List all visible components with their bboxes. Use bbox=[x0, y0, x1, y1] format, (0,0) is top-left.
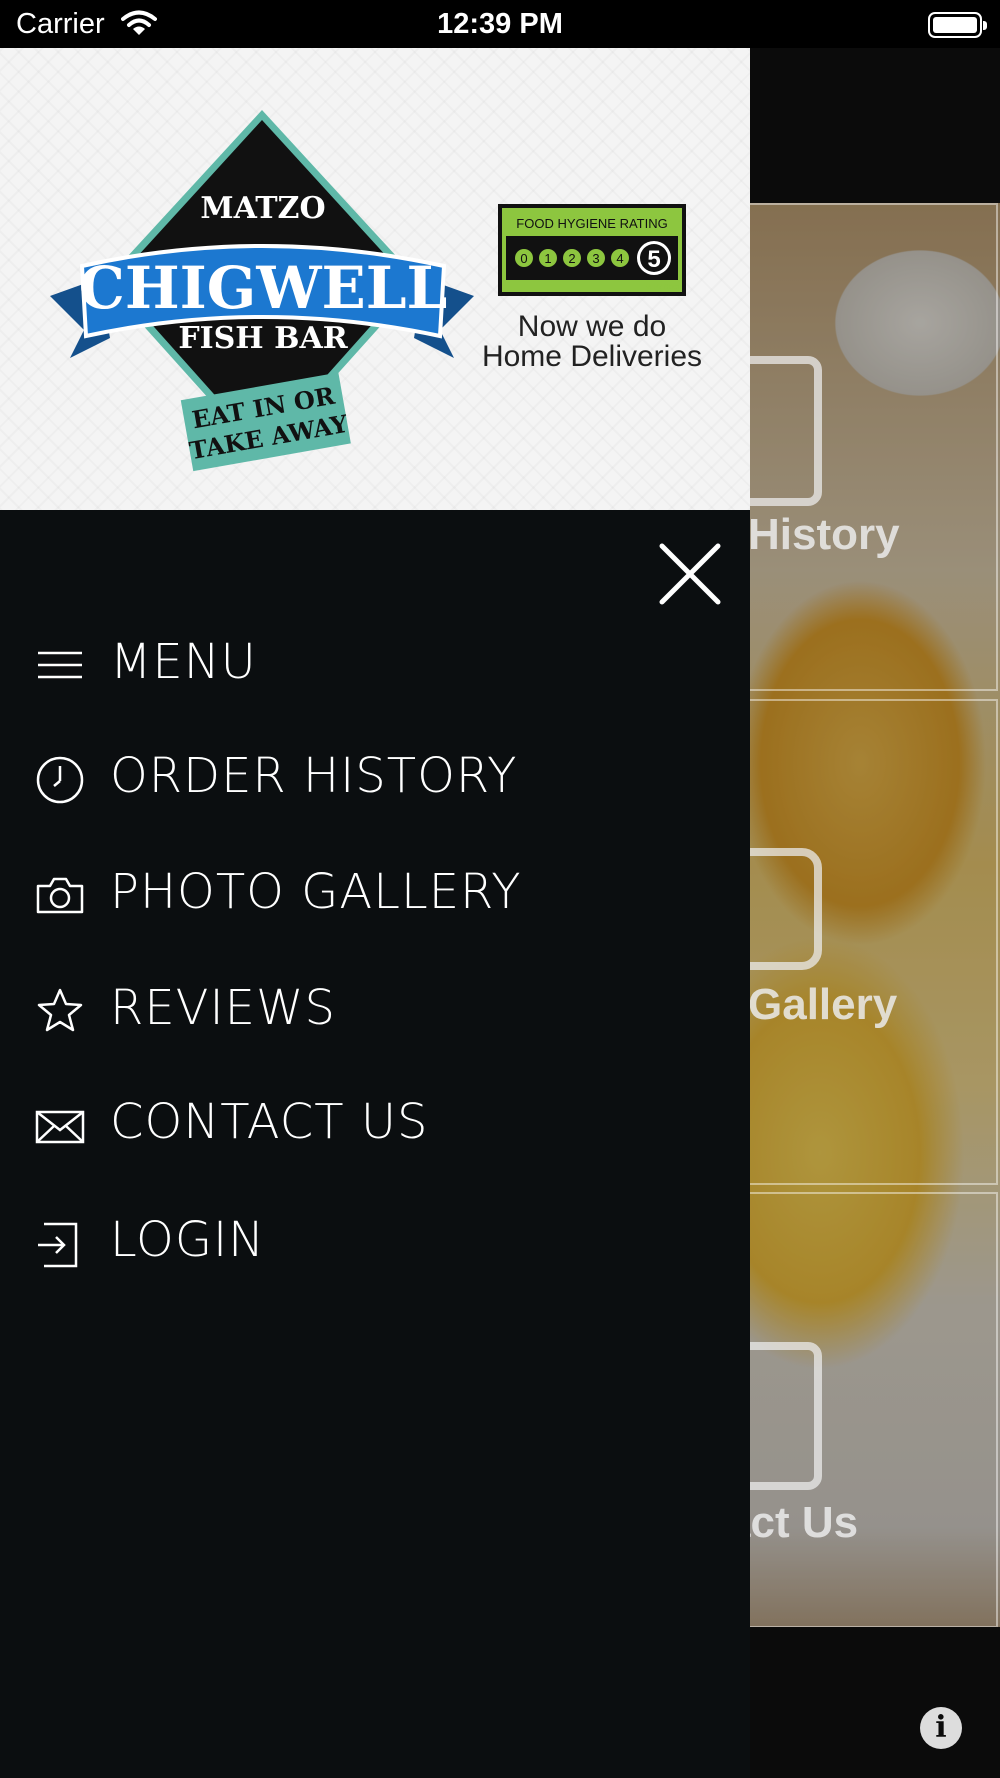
login-icon bbox=[38, 1222, 78, 1268]
side-drawer: MATZO CHIGWELL FISH BAR EAT IN OR TAKE A… bbox=[0, 48, 750, 1778]
drawer-item-order-history[interactable]: ORDER HISTORY bbox=[0, 734, 750, 826]
restaurant-logo: MATZO CHIGWELL FISH BAR EAT IN OR TAKE A… bbox=[50, 110, 702, 472]
camera-icon bbox=[36, 877, 84, 914]
svg-text:VERY GOOD: VERY GOOD bbox=[646, 285, 683, 291]
close-icon[interactable] bbox=[654, 538, 726, 610]
svg-text:2: 2 bbox=[568, 251, 575, 266]
drawer-item-photo-gallery[interactable]: PHOTO GALLERY bbox=[0, 850, 750, 942]
svg-text:3: 3 bbox=[592, 251, 599, 266]
svg-text:MATZO: MATZO bbox=[200, 191, 325, 226]
drawer-item-label: ORDER HISTORY bbox=[110, 748, 518, 804]
svg-text:5: 5 bbox=[647, 246, 660, 273]
status-time: 12:39 PM bbox=[437, 8, 563, 40]
svg-text:1: 1 bbox=[544, 251, 551, 266]
svg-text:FOOD HYGIENE RATING: FOOD HYGIENE RATING bbox=[516, 216, 667, 231]
drawer-item-label: LOGIN bbox=[110, 1212, 266, 1268]
tile-history-label: History bbox=[748, 510, 900, 559]
tile-gallery-label: Gallery bbox=[748, 980, 898, 1029]
drawer-item-contact-us[interactable]: CONTACT US bbox=[0, 1080, 750, 1172]
svg-text:Now we do: Now we do bbox=[518, 310, 666, 343]
status-bar: Carrier 12:39 PM bbox=[0, 0, 1000, 48]
drawer-item-label: CONTACT US bbox=[110, 1094, 429, 1150]
svg-text:0: 0 bbox=[520, 251, 527, 266]
hamburger-icon bbox=[38, 651, 82, 679]
svg-text:Home Deliveries: Home Deliveries bbox=[482, 340, 702, 373]
drawer-item-login[interactable]: LOGIN bbox=[0, 1198, 750, 1290]
svg-text:CHIGWELL: CHIGWELL bbox=[79, 254, 448, 322]
drawer-item-label: REVIEWS bbox=[110, 980, 336, 1036]
drawer-item-label: PHOTO GALLERY bbox=[110, 864, 522, 920]
info-icon[interactable]: i bbox=[920, 1707, 962, 1749]
drawer-item-reviews[interactable]: REVIEWS bbox=[0, 966, 750, 1058]
drawer-header: MATZO CHIGWELL FISH BAR EAT IN OR TAKE A… bbox=[0, 48, 750, 510]
drawer-item-label: MENU bbox=[110, 634, 257, 690]
envelope-icon bbox=[35, 1110, 85, 1144]
svg-text:FISH BAR: FISH BAR bbox=[178, 321, 348, 356]
star-icon bbox=[37, 988, 83, 1032]
svg-text:4: 4 bbox=[616, 251, 623, 266]
drawer-item-menu[interactable]: MENU bbox=[0, 620, 750, 712]
battery-icon bbox=[928, 12, 987, 38]
clock-icon bbox=[36, 756, 84, 804]
